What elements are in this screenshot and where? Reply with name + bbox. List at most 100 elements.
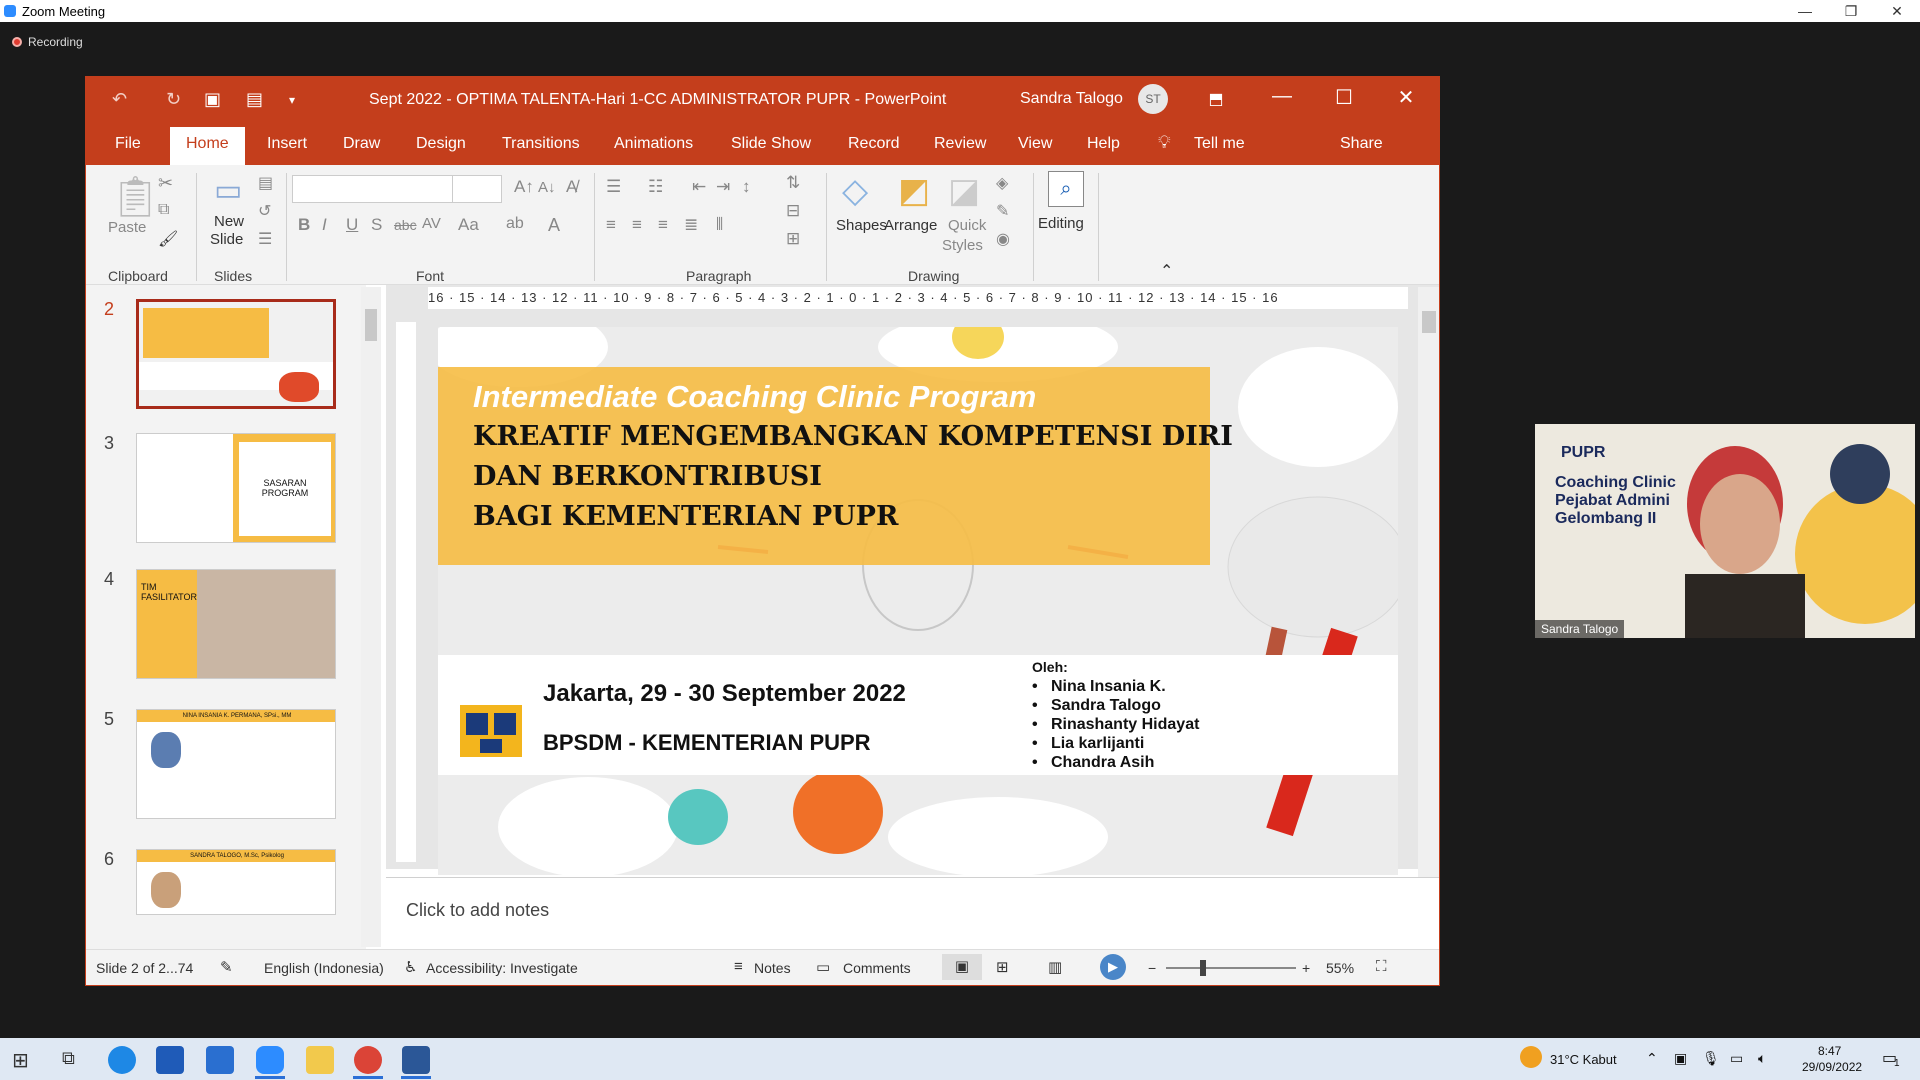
new-slide-label-2[interactable]: Slide <box>210 231 243 248</box>
editing-button[interactable]: Editing <box>1038 215 1084 232</box>
tab-record[interactable]: Record <box>848 135 900 153</box>
editor-scrollbar[interactable] <box>1418 287 1439 877</box>
language-indicator[interactable]: English (Indonesia) <box>264 960 384 976</box>
paste-icon[interactable]: 📋︎ <box>110 173 161 220</box>
font-size-select[interactable] <box>452 175 502 203</box>
zoom-slider[interactable] <box>1166 960 1296 976</box>
tab-file[interactable]: File <box>115 135 141 153</box>
user-name[interactable]: Sandra Talogo <box>1020 90 1123 108</box>
notes-pane[interactable]: Click to add notes <box>386 877 1439 949</box>
bullets-icon[interactable]: ☰ <box>606 177 621 197</box>
spellcheck-icon[interactable]: ✎ <box>220 958 233 976</box>
clock-time[interactable]: 8:47 <box>1818 1044 1841 1058</box>
tab-view[interactable]: View <box>1018 135 1052 153</box>
layout-icon[interactable]: ▤ <box>258 173 273 193</box>
edge-icon[interactable] <box>108 1046 136 1074</box>
avatar[interactable]: ST <box>1138 84 1168 114</box>
paste-button[interactable]: Paste <box>108 219 146 236</box>
tray-meet-icon[interactable]: ▣ <box>1674 1050 1687 1067</box>
reading-view-icon[interactable]: ▥ <box>1048 958 1062 976</box>
tab-animations[interactable]: Animations <box>614 135 693 153</box>
shape-fill-icon[interactable]: ◈ <box>996 173 1008 193</box>
align-text-icon[interactable]: ⊟ <box>786 201 800 221</box>
zoom-taskbar-icon[interactable] <box>256 1046 284 1074</box>
network-icon[interactable]: ▭ <box>1730 1050 1743 1067</box>
clock-date[interactable]: 29/09/2022 <box>1802 1060 1862 1074</box>
highlight-icon[interactable]: ab <box>506 215 524 233</box>
decrease-font-icon[interactable]: A↓ <box>538 179 556 196</box>
shadow-icon[interactable]: S <box>371 215 382 235</box>
participant-video-tile[interactable]: PUPR Coaching Clinic Pejabat Admini Gelo… <box>1535 424 1915 638</box>
save-icon[interactable]: ▤ <box>246 89 263 110</box>
weather-icon[interactable] <box>1520 1046 1542 1068</box>
notes-icon[interactable]: ≡ <box>734 958 743 975</box>
numbering-icon[interactable]: ☷ <box>648 177 663 197</box>
italic-icon[interactable]: I <box>322 215 327 235</box>
slide-thumbnail-6[interactable]: SANDRA TALOGO, M.Sc, Psikolog <box>136 849 336 915</box>
slide-sorter-icon[interactable]: ⊞ <box>996 958 1009 976</box>
shapes-button[interactable]: Shapes <box>836 217 887 234</box>
recording-indicator[interactable]: Recording <box>12 35 83 49</box>
file-explorer-icon[interactable] <box>306 1046 334 1074</box>
tab-draw[interactable]: Draw <box>343 135 380 153</box>
clear-format-icon[interactable]: A̸ <box>566 177 577 197</box>
redo-icon[interactable]: ↻ <box>166 89 181 110</box>
store-icon[interactable] <box>156 1046 184 1074</box>
minimize-icon[interactable]: — <box>1782 0 1828 22</box>
align-left-icon[interactable]: ≡ <box>606 215 616 235</box>
ribbon-display-icon[interactable]: ⬒ <box>1196 89 1236 109</box>
present-icon[interactable]: ▣ <box>204 89 221 110</box>
restore-icon[interactable]: ❐ <box>1828 0 1874 22</box>
new-slide-icon[interactable]: ▭ <box>214 173 242 208</box>
ppt-minimize-icon[interactable]: — <box>1262 85 1302 108</box>
normal-view-icon[interactable]: ▣ <box>942 954 982 980</box>
tab-help[interactable]: Help <box>1087 135 1120 153</box>
accessibility-status[interactable]: Accessibility: Investigate <box>426 960 578 976</box>
scroll-thumb[interactable] <box>1422 311 1436 333</box>
notes-placeholder[interactable]: Click to add notes <box>406 900 549 921</box>
cut-icon[interactable]: ✂ <box>158 173 173 194</box>
qat-customize-icon[interactable]: ▾ <box>289 93 295 107</box>
slide-thumbnail-2[interactable] <box>136 299 336 409</box>
tab-review[interactable]: Review <box>934 135 986 153</box>
task-view-icon[interactable]: ⧉ <box>62 1048 75 1069</box>
share-button[interactable]: Share <box>1340 135 1383 153</box>
chrome-icon[interactable] <box>354 1046 382 1074</box>
zoom-slider-thumb[interactable] <box>1200 960 1206 976</box>
search-icon[interactable]: ⌕ <box>1048 171 1084 207</box>
windows-start-icon[interactable]: ⊞ <box>12 1048 29 1073</box>
tab-insert[interactable]: Insert <box>267 135 307 153</box>
increase-indent-icon[interactable]: ⇥ <box>716 177 730 197</box>
comments-icon[interactable]: ▭ <box>816 958 830 976</box>
bold-icon[interactable]: B <box>298 215 310 235</box>
quick-styles-label-1[interactable]: Quick <box>948 217 986 234</box>
ppt-maximize-icon[interactable]: ☐ <box>1324 85 1364 110</box>
close-icon[interactable]: ✕ <box>1874 0 1920 22</box>
text-direction-icon[interactable]: ⇅ <box>786 173 800 193</box>
microphone-icon[interactable]: 🎙︎ <box>1702 1050 1720 1067</box>
notes-button[interactable]: Notes <box>754 960 791 976</box>
smartart-icon[interactable]: ⊞ <box>786 229 800 249</box>
increase-font-icon[interactable]: A↑ <box>514 177 534 197</box>
section-icon[interactable]: ☰ <box>258 229 272 249</box>
zoom-level[interactable]: 55% <box>1326 960 1354 976</box>
undo-icon[interactable]: ↶ <box>112 89 127 110</box>
align-right-icon[interactable]: ≡ <box>658 215 668 235</box>
slideshow-icon[interactable]: ▶ <box>1100 954 1126 980</box>
copy-icon[interactable]: ⧉ <box>158 201 169 219</box>
fit-to-window-icon[interactable]: ⛶ <box>1376 958 1387 975</box>
align-center-icon[interactable]: ≡ <box>632 215 642 235</box>
collapse-ribbon-icon[interactable]: ⌃ <box>1160 261 1173 281</box>
mail-icon[interactable] <box>206 1046 234 1074</box>
slide-canvas[interactable]: Intermediate Coaching Clinic Program KRE… <box>438 327 1398 875</box>
tab-slide-show[interactable]: Slide Show <box>731 135 811 153</box>
underline-icon[interactable]: U <box>346 215 358 235</box>
tab-home[interactable]: Home <box>170 127 245 165</box>
shapes-icon[interactable]: ◇ <box>842 171 868 211</box>
change-case-icon[interactable]: Aa <box>458 215 479 235</box>
word-icon[interactable] <box>402 1046 430 1074</box>
quick-styles-icon[interactable]: ◪ <box>948 171 980 211</box>
quick-styles-label-2[interactable]: Styles <box>942 237 983 254</box>
format-painter-icon[interactable]: 🖌︎ <box>158 229 178 249</box>
scroll-thumb[interactable] <box>365 309 377 341</box>
